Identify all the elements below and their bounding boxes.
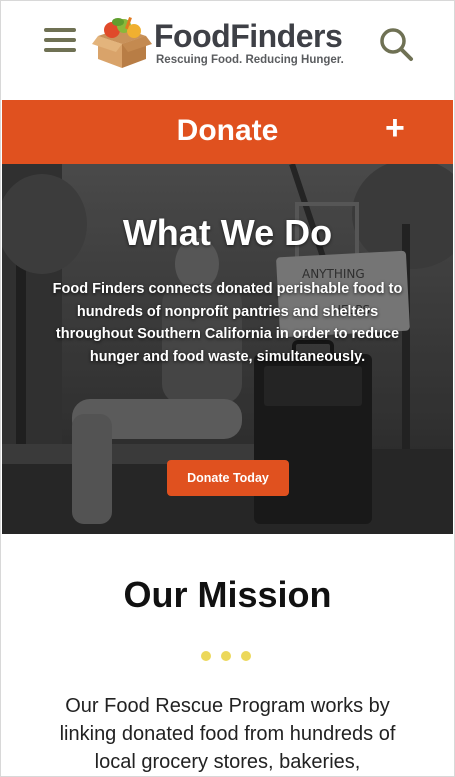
search-icon [380,28,413,61]
hero-title: What We Do [122,212,333,253]
site-logo[interactable]: FoodFinders Rescuing Food. Reducing Hung… [92,14,372,70]
search-button[interactable] [376,24,416,64]
hero-section: ANYTHING HELPS What We Do Food Finders c… [2,164,453,534]
hamburger-menu-button[interactable] [42,26,78,54]
menu-bar [44,38,76,42]
food-box-logo-icon [92,17,152,68]
donate-today-button[interactable]: Donate Today [167,460,289,496]
menu-bar [44,48,76,52]
donate-accordion-bar[interactable]: Donate + [2,100,453,164]
plus-icon[interactable]: + [385,108,405,148]
decorative-dots [199,649,255,663]
dot [221,651,231,661]
menu-bar [44,28,76,32]
page: FoodFinders Rescuing Food. Reducing Hung… [0,0,455,777]
dot [201,651,211,661]
logo-wordmark: FoodFinders [154,18,343,54]
site-header: FoodFinders Rescuing Food. Reducing Hung… [0,0,455,100]
logo-tagline: Rescuing Food. Reducing Hunger. [156,54,344,66]
mission-description: Our Food Rescue Program works by linking… [59,695,396,773]
mission-heading: Our Mission [123,574,332,615]
dot [241,651,251,661]
hero-description: Food Finders connects donated perishable… [52,281,403,365]
